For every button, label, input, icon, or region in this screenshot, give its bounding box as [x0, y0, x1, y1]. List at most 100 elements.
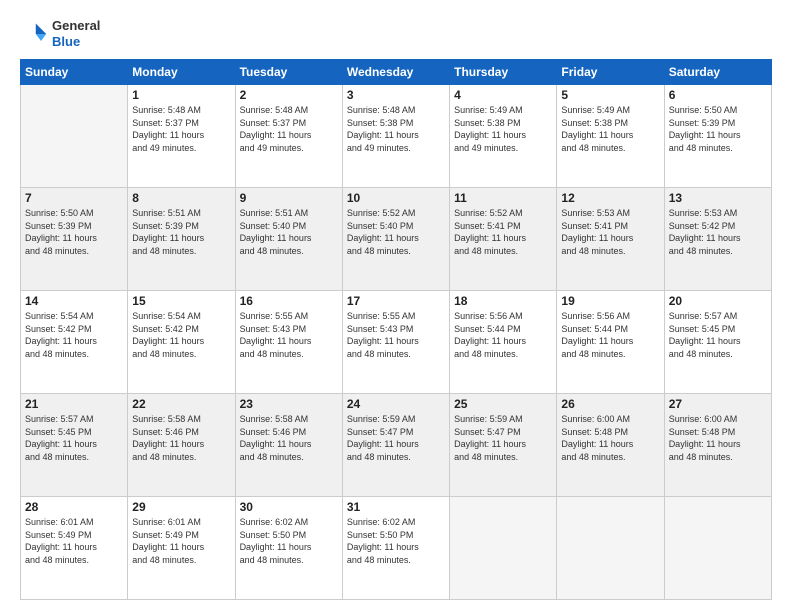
calendar-day-cell: 15 Sunrise: 5:54 AM Sunset: 5:42 PM Dayli… — [128, 291, 235, 394]
day-info: Sunrise: 5:58 AM Sunset: 5:46 PM Dayligh… — [240, 413, 338, 463]
day-number: 12 — [561, 191, 659, 205]
calendar-day-cell: 12 Sunrise: 5:53 AM Sunset: 5:41 PM Dayli… — [557, 188, 664, 291]
day-number: 6 — [669, 88, 767, 102]
day-info: Sunrise: 5:59 AM Sunset: 5:47 PM Dayligh… — [347, 413, 445, 463]
day-number: 19 — [561, 294, 659, 308]
weekday-header: Wednesday — [342, 60, 449, 85]
day-number: 22 — [132, 397, 230, 411]
day-number: 24 — [347, 397, 445, 411]
day-number: 14 — [25, 294, 123, 308]
day-number: 17 — [347, 294, 445, 308]
day-number: 4 — [454, 88, 552, 102]
day-info: Sunrise: 5:48 AM Sunset: 5:37 PM Dayligh… — [132, 104, 230, 154]
calendar-day-cell: 26Sunrise: 6:00 AM Sunset: 5:48 PM Dayli… — [557, 394, 664, 497]
calendar-day-cell: 24 Sunrise: 5:59 AM Sunset: 5:47 PM Dayli… — [342, 394, 449, 497]
calendar-day-cell: 20Sunrise: 5:57 AM Sunset: 5:45 PM Dayli… — [664, 291, 771, 394]
calendar-day-cell: 27 Sunrise: 6:00 AM Sunset: 5:48 PM Dayli… — [664, 394, 771, 497]
day-info: Sunrise: 5:57 AM Sunset: 5:45 PM Dayligh… — [669, 310, 767, 360]
calendar-day-cell: 8Sunrise: 5:51 AM Sunset: 5:39 PM Daylig… — [128, 188, 235, 291]
calendar-day-cell: 2Sunrise: 5:48 AM Sunset: 5:37 PM Daylig… — [235, 85, 342, 188]
day-info: Sunrise: 5:48 AM Sunset: 5:37 PM Dayligh… — [240, 104, 338, 154]
day-number: 29 — [132, 500, 230, 514]
day-number: 23 — [240, 397, 338, 411]
calendar-day-cell: 7 Sunrise: 5:50 AM Sunset: 5:39 PM Daylig… — [21, 188, 128, 291]
day-info: Sunrise: 5:48 AM Sunset: 5:38 PM Dayligh… — [347, 104, 445, 154]
day-number: 5 — [561, 88, 659, 102]
calendar-day-cell: 21 Sunrise: 5:57 AM Sunset: 5:45 PM Dayli… — [21, 394, 128, 497]
calendar-day-cell: 13 Sunrise: 5:53 AM Sunset: 5:42 PM Dayli… — [664, 188, 771, 291]
day-number: 13 — [669, 191, 767, 205]
day-info: Sunrise: 5:58 AM Sunset: 5:46 PM Dayligh… — [132, 413, 230, 463]
day-info: Sunrise: 5:49 AM Sunset: 5:38 PM Dayligh… — [561, 104, 659, 154]
day-number: 18 — [454, 294, 552, 308]
day-info: Sunrise: 5:56 AM Sunset: 5:44 PM Dayligh… — [454, 310, 552, 360]
weekday-header: Sunday — [21, 60, 128, 85]
day-number: 31 — [347, 500, 445, 514]
day-info: Sunrise: 5:59 AM Sunset: 5:47 PM Dayligh… — [454, 413, 552, 463]
calendar-day-cell: 10 Sunrise: 5:52 AM Sunset: 5:40 PM Dayli… — [342, 188, 449, 291]
day-number: 10 — [347, 191, 445, 205]
day-info: Sunrise: 5:50 AM Sunset: 5:39 PM Dayligh… — [25, 207, 123, 257]
day-info: Sunrise: 5:56 AM Sunset: 5:44 PM Dayligh… — [561, 310, 659, 360]
header: General Blue — [20, 18, 772, 49]
day-info: Sunrise: 6:02 AM Sunset: 5:50 PM Dayligh… — [347, 516, 445, 566]
calendar-day-cell: 4 Sunrise: 5:49 AM Sunset: 5:38 PM Daylig… — [450, 85, 557, 188]
day-info: Sunrise: 5:54 AM Sunset: 5:42 PM Dayligh… — [25, 310, 123, 360]
day-number: 26 — [561, 397, 659, 411]
day-info: Sunrise: 5:51 AM Sunset: 5:40 PM Dayligh… — [240, 207, 338, 257]
day-info: Sunrise: 5:53 AM Sunset: 5:41 PM Dayligh… — [561, 207, 659, 257]
calendar-week-row: 7 Sunrise: 5:50 AM Sunset: 5:39 PM Daylig… — [21, 188, 772, 291]
calendar-day-cell: 1 Sunrise: 5:48 AM Sunset: 5:37 PM Daylig… — [128, 85, 235, 188]
calendar-day-cell: 28 Sunrise: 6:01 AM Sunset: 5:49 PM Dayli… — [21, 497, 128, 600]
day-info: Sunrise: 6:01 AM Sunset: 5:49 PM Dayligh… — [25, 516, 123, 566]
calendar-day-cell: 17 Sunrise: 5:55 AM Sunset: 5:43 PM Dayli… — [342, 291, 449, 394]
day-info: Sunrise: 6:02 AM Sunset: 5:50 PM Dayligh… — [240, 516, 338, 566]
day-info: Sunrise: 5:54 AM Sunset: 5:42 PM Dayligh… — [132, 310, 230, 360]
calendar-day-cell: 18 Sunrise: 5:56 AM Sunset: 5:44 PM Dayli… — [450, 291, 557, 394]
day-number: 21 — [25, 397, 123, 411]
day-info: Sunrise: 5:50 AM Sunset: 5:39 PM Dayligh… — [669, 104, 767, 154]
calendar-day-cell — [21, 85, 128, 188]
logo-general: General — [52, 18, 100, 34]
logo: General Blue — [20, 18, 100, 49]
day-info: Sunrise: 6:00 AM Sunset: 5:48 PM Dayligh… — [669, 413, 767, 463]
calendar-day-cell: 9 Sunrise: 5:51 AM Sunset: 5:40 PM Daylig… — [235, 188, 342, 291]
day-number: 25 — [454, 397, 552, 411]
day-number: 11 — [454, 191, 552, 205]
calendar-day-cell — [450, 497, 557, 600]
day-number: 7 — [25, 191, 123, 205]
day-info: Sunrise: 5:55 AM Sunset: 5:43 PM Dayligh… — [347, 310, 445, 360]
day-info: Sunrise: 5:49 AM Sunset: 5:38 PM Dayligh… — [454, 104, 552, 154]
day-number: 1 — [132, 88, 230, 102]
weekday-header: Friday — [557, 60, 664, 85]
day-number: 16 — [240, 294, 338, 308]
day-number: 28 — [25, 500, 123, 514]
day-number: 27 — [669, 397, 767, 411]
calendar-day-cell: 29 Sunrise: 6:01 AM Sunset: 5:49 PM Dayli… — [128, 497, 235, 600]
day-info: Sunrise: 5:53 AM Sunset: 5:42 PM Dayligh… — [669, 207, 767, 257]
day-info: Sunrise: 5:52 AM Sunset: 5:40 PM Dayligh… — [347, 207, 445, 257]
calendar-day-cell: 16Sunrise: 5:55 AM Sunset: 5:43 PM Dayli… — [235, 291, 342, 394]
calendar-week-row: 14 Sunrise: 5:54 AM Sunset: 5:42 PM Dayli… — [21, 291, 772, 394]
calendar-day-cell: 6 Sunrise: 5:50 AM Sunset: 5:39 PM Daylig… — [664, 85, 771, 188]
weekday-header: Saturday — [664, 60, 771, 85]
calendar-day-cell — [557, 497, 664, 600]
weekday-header: Monday — [128, 60, 235, 85]
calendar-day-cell: 3Sunrise: 5:48 AM Sunset: 5:38 PM Daylig… — [342, 85, 449, 188]
calendar-day-cell: 19 Sunrise: 5:56 AM Sunset: 5:44 PM Dayli… — [557, 291, 664, 394]
day-info: Sunrise: 5:51 AM Sunset: 5:39 PM Dayligh… — [132, 207, 230, 257]
day-number: 15 — [132, 294, 230, 308]
day-number: 30 — [240, 500, 338, 514]
day-info: Sunrise: 5:57 AM Sunset: 5:45 PM Dayligh… — [25, 413, 123, 463]
calendar-day-cell: 31 Sunrise: 6:02 AM Sunset: 5:50 PM Dayli… — [342, 497, 449, 600]
calendar-day-cell: 5 Sunrise: 5:49 AM Sunset: 5:38 PM Daylig… — [557, 85, 664, 188]
calendar-table: SundayMondayTuesdayWednesdayThursdayFrid… — [20, 59, 772, 600]
logo-icon — [20, 20, 48, 48]
calendar-day-cell: 11Sunrise: 5:52 AM Sunset: 5:41 PM Dayli… — [450, 188, 557, 291]
logo-blue: Blue — [52, 34, 100, 50]
calendar-day-cell: 14 Sunrise: 5:54 AM Sunset: 5:42 PM Dayli… — [21, 291, 128, 394]
calendar-day-cell: 30 Sunrise: 6:02 AM Sunset: 5:50 PM Dayli… — [235, 497, 342, 600]
day-info: Sunrise: 6:01 AM Sunset: 5:49 PM Dayligh… — [132, 516, 230, 566]
calendar-day-cell: 22 Sunrise: 5:58 AM Sunset: 5:46 PM Dayli… — [128, 394, 235, 497]
day-number: 9 — [240, 191, 338, 205]
